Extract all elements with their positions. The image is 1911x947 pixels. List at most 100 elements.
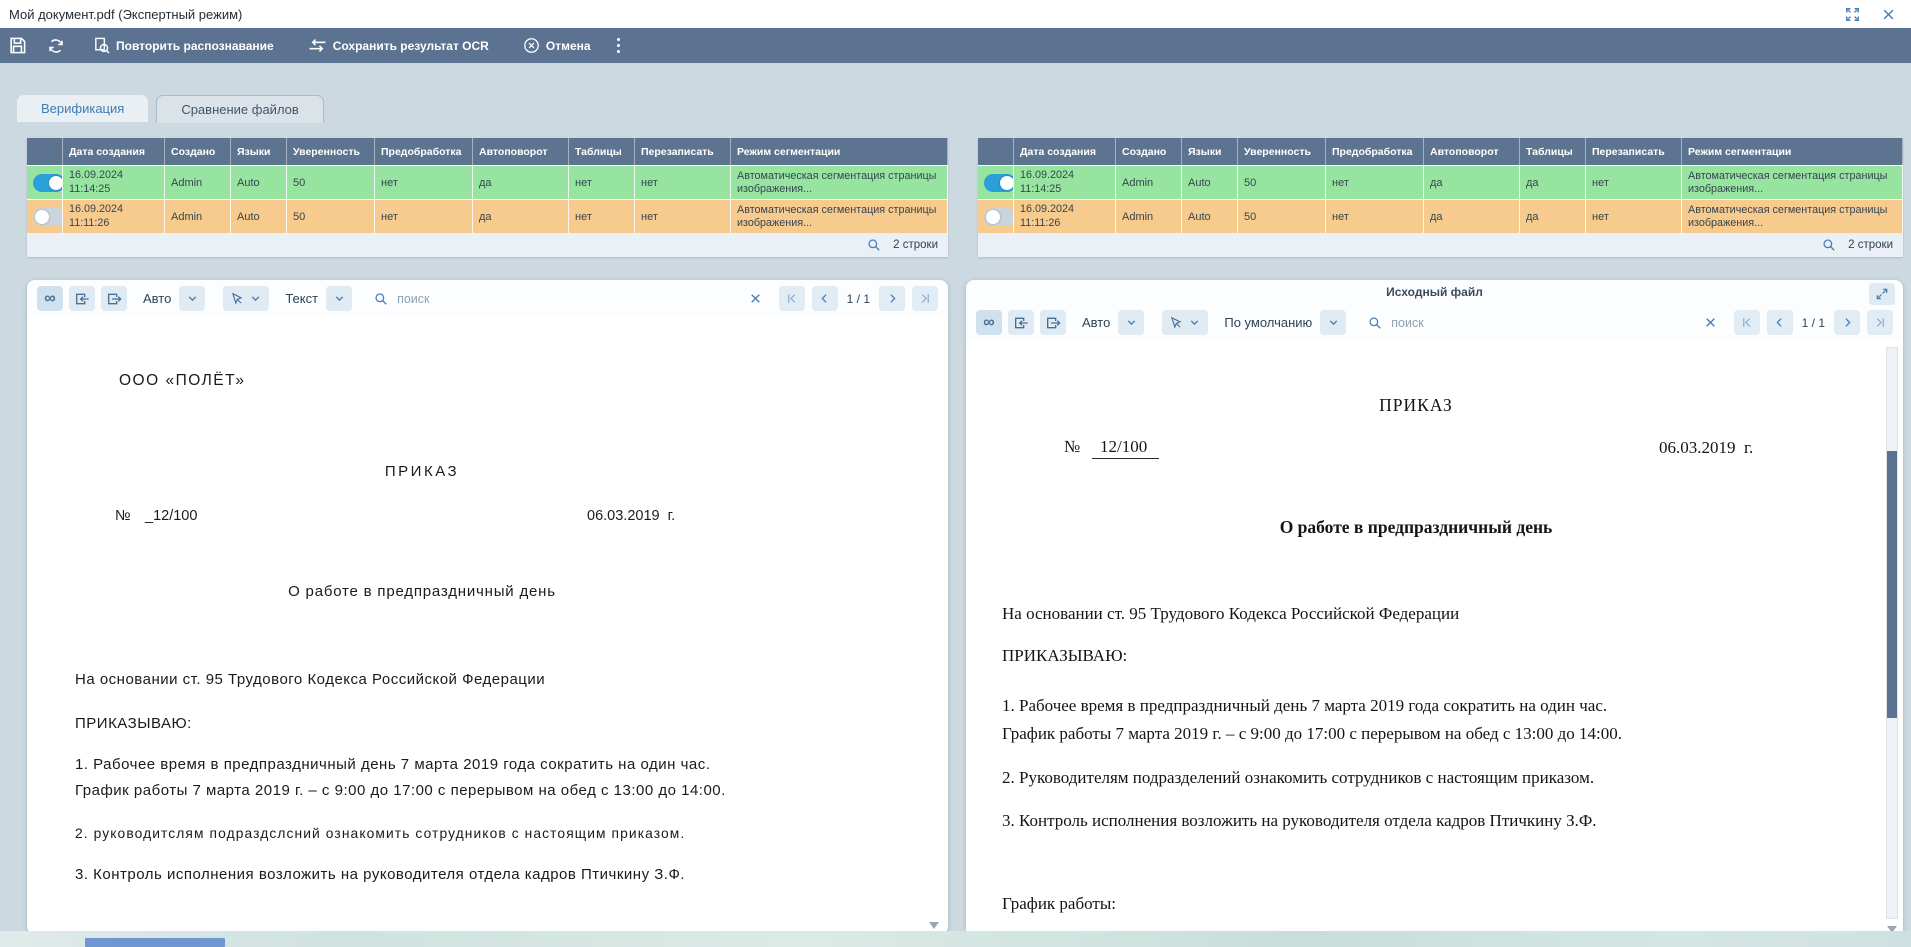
page-import-button[interactable] <box>1008 310 1034 335</box>
chevron-down-icon <box>186 292 199 305</box>
close-icon[interactable] <box>749 292 762 305</box>
page-export-button[interactable] <box>101 286 127 311</box>
cancel-button[interactable]: Отмена <box>523 37 591 54</box>
refresh-button[interactable] <box>47 37 65 55</box>
last-page-button[interactable] <box>912 286 938 311</box>
last-page-icon <box>919 292 932 305</box>
last-page-button[interactable] <box>1867 310 1893 335</box>
row-toggle-on[interactable] <box>33 174 63 192</box>
column-header-autorotate: Автоповорот <box>473 138 569 165</box>
row-toggle-on[interactable] <box>984 174 1014 192</box>
cell-preprocessing: нет <box>1326 166 1424 199</box>
cell-segmentation: Автоматическая сегментация страницы изоб… <box>731 200 948 233</box>
save-button[interactable] <box>8 36 27 55</box>
chevron-down-icon <box>1188 316 1201 329</box>
close-window-button[interactable] <box>1879 5 1897 23</box>
row-toggle-off[interactable] <box>33 208 63 226</box>
sync-scroll-icon: ∞ <box>44 291 55 307</box>
column-header-tables: Таблицы <box>1520 138 1586 165</box>
search-input[interactable] <box>395 291 529 307</box>
scrollbar-thumb[interactable] <box>1887 451 1897 719</box>
table-header-row: Дата создания Создано Языки Уверенность … <box>27 138 948 165</box>
zoom-select-button[interactable] <box>1118 310 1144 335</box>
toggle-column-header <box>27 138 63 165</box>
right-pager: 1 / 1 <box>1704 310 1893 335</box>
zoom-select-button[interactable] <box>179 286 205 311</box>
cell-tables: да <box>1520 200 1586 233</box>
doc-number-label: № <box>1064 437 1080 457</box>
search-field <box>1368 315 1523 331</box>
zoom-select-value: Авто <box>143 291 171 306</box>
doc-line: На основании ст. 95 Трудового Кодекса Ро… <box>75 671 545 688</box>
save-ocr-result-button[interactable]: Сохранить результат OCR <box>308 38 489 53</box>
row-toggle-off[interactable] <box>984 208 1014 226</box>
more-options-button[interactable] <box>617 38 620 53</box>
tab-verification[interactable]: Верификация <box>17 95 148 122</box>
source-panel: Дата создания Создано Языки Уверенность … <box>966 138 1903 937</box>
column-header-created: Создано <box>165 138 231 165</box>
search-icon[interactable] <box>1822 238 1836 252</box>
cursor-tool-button[interactable] <box>1162 310 1208 335</box>
doc-number: _12/100 <box>145 508 197 524</box>
view-mode-button[interactable] <box>1320 310 1346 335</box>
ocr-result-document[interactable]: ООО «ПОЛЁТ» ПРИКАЗ № _12/100 06.03.2019 … <box>27 317 948 934</box>
view-mode-value: Текст <box>285 291 318 306</box>
search-input[interactable] <box>1389 315 1523 331</box>
table-footer: 2 строки <box>27 233 948 257</box>
next-page-button[interactable] <box>1834 310 1860 335</box>
doc-line: 3. Контроль исполнения возложить на руко… <box>75 866 685 883</box>
sync-scroll-button[interactable]: ∞ <box>37 286 63 311</box>
view-mode-button[interactable] <box>326 286 352 311</box>
repeat-recognition-button[interactable]: Повторить распознавание <box>93 37 274 54</box>
last-page-icon <box>1874 316 1887 329</box>
row-count: 2 строки <box>893 239 938 251</box>
page-indicator: 1 / 1 <box>1802 316 1825 330</box>
column-header-segmentation: Режим сегментации <box>731 138 948 165</box>
table-row[interactable]: 16.09.202411:14:25 Admin Auto 50 нет да … <box>27 165 948 199</box>
first-page-button[interactable] <box>779 286 805 311</box>
cell-preprocessing: нет <box>1326 200 1424 233</box>
expand-button[interactable] <box>1869 283 1895 305</box>
prev-page-button[interactable] <box>812 286 838 311</box>
column-header-created: Создано <box>1116 138 1182 165</box>
first-page-button[interactable] <box>1734 310 1760 335</box>
source-file-title: Исходный файл <box>1386 285 1483 299</box>
column-header-languages: Языки <box>1182 138 1238 165</box>
close-icon[interactable] <box>1704 316 1717 329</box>
column-header-tables: Таблицы <box>569 138 635 165</box>
doc-line: График работы: <box>1002 894 1116 914</box>
save-icon <box>8 36 27 55</box>
doc-date: 06.03.2019 г. <box>1659 438 1753 458</box>
maximize-button[interactable] <box>1843 5 1861 23</box>
cell-tables: да <box>1520 166 1586 199</box>
prev-page-button[interactable] <box>1767 310 1793 335</box>
column-header-overwrite: Перезаписать <box>1586 138 1682 165</box>
next-page-button[interactable] <box>879 286 905 311</box>
column-header-confidence: Уверенность <box>287 138 375 165</box>
sync-scroll-button[interactable]: ∞ <box>976 310 1002 335</box>
doc-line: ПРИКАЗЫВАЮ: <box>1002 646 1127 666</box>
row-count: 2 строки <box>1848 239 1893 251</box>
vertical-scrollbar[interactable] <box>1886 347 1898 919</box>
cursor-tool-button[interactable] <box>223 286 269 311</box>
cell-languages: Auto <box>231 200 287 233</box>
cell-confidence: 50 <box>1238 200 1326 233</box>
table-row[interactable]: 16.09.202411:11:26 Admin Auto 50 нет да … <box>978 199 1903 233</box>
table-row[interactable]: 16.09.202411:14:25 Admin Auto 50 нет да … <box>978 165 1903 199</box>
result-panel: Дата создания Создано Языки Уверенность … <box>27 138 948 934</box>
scroll-down-arrow[interactable] <box>929 922 939 929</box>
left-pager: 1 / 1 <box>749 286 938 311</box>
page-import-button[interactable] <box>69 286 95 311</box>
tab-file-comparison[interactable]: Сравнение файлов <box>156 95 324 123</box>
ocr-result-viewer: ∞ Авто Текст <box>27 280 948 934</box>
cell-preprocessing: нет <box>375 200 473 233</box>
cell-preprocessing: нет <box>375 166 473 199</box>
table-row[interactable]: 16.09.202411:11:26 Admin Auto 50 нет да … <box>27 199 948 233</box>
doc-line: 2. Руководителям подразделений ознакомит… <box>1002 768 1594 788</box>
source-file-document[interactable]: ПРИКАЗ № 12/100 06.03.2019 г. О работе в… <box>966 341 1903 937</box>
page-indicator: 1 / 1 <box>847 292 870 306</box>
search-icon[interactable] <box>867 238 881 252</box>
page-export-button[interactable] <box>1040 310 1066 335</box>
window-title: Мой документ.pdf (Экспертный режим) <box>9 7 242 22</box>
refresh-icon <box>47 37 65 55</box>
